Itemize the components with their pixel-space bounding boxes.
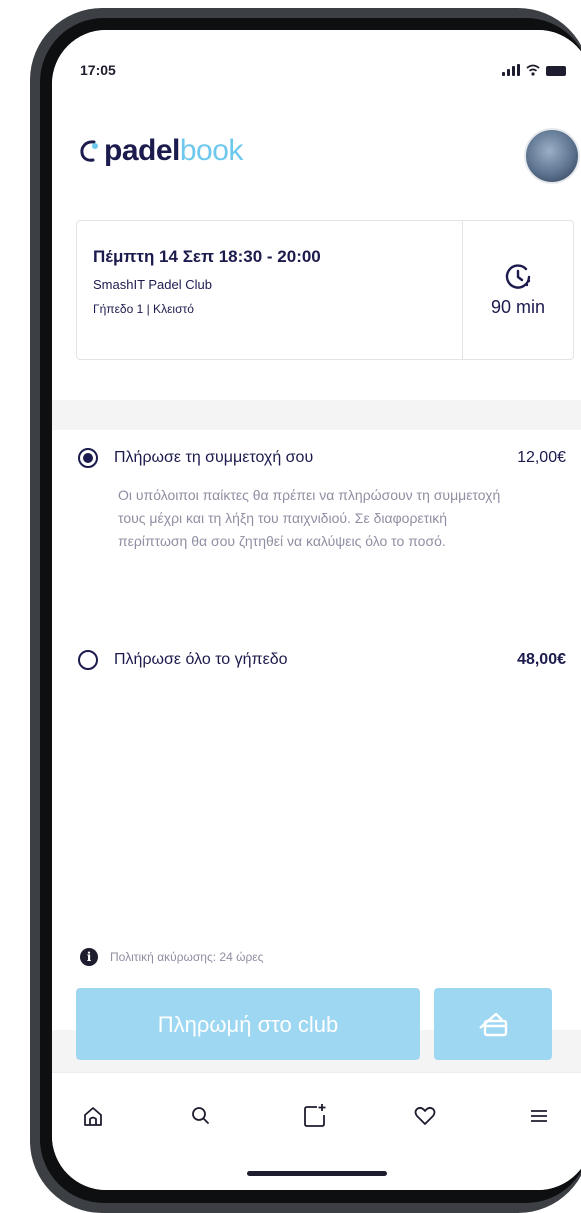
option-full-label: Πλήρωσε όλο το γήπεδο — [114, 651, 288, 668]
radio-full-unselected[interactable] — [78, 650, 98, 670]
search-icon — [192, 1107, 209, 1124]
logo-mark-icon — [80, 140, 98, 162]
status-icons — [502, 64, 566, 76]
add-icon — [304, 1104, 326, 1127]
home-icon — [84, 1107, 102, 1126]
duration-text: 90 min — [490, 296, 546, 317]
nav-search[interactable] — [188, 1103, 214, 1129]
payment-option-share[interactable]: Πλήρωσε τη συμμετοχή σου 12,00€ Οι υπόλο… — [78, 448, 566, 553]
logo-text-padel: padel — [104, 134, 180, 167]
heart-icon — [414, 1106, 436, 1125]
option-full-price: 48,00€ — [517, 651, 566, 668]
card-payment-button[interactable] — [434, 988, 552, 1060]
wifi-icon — [526, 64, 540, 76]
clock-icon — [505, 263, 531, 289]
policy-text: Πολιτική ακύρωσης: 24 ώρες — [110, 950, 264, 964]
bottom-nav — [52, 1072, 581, 1190]
payment-option-full[interactable]: Πλήρωσε όλο το γήπεδο 48,00€ — [78, 650, 566, 670]
cancellation-policy: i Πολιτική ακύρωσης: 24 ώρες — [80, 948, 263, 966]
radio-share-selected[interactable] — [78, 448, 98, 468]
signal-icon — [502, 64, 520, 76]
nav-home[interactable] — [80, 1103, 106, 1129]
booking-court: Γήπεδο 1 | Κλειστό — [93, 302, 194, 316]
card-icon — [479, 1012, 508, 1037]
app-logo: padel book — [78, 134, 243, 168]
nav-favorites[interactable] — [412, 1103, 438, 1129]
option-share-price: 12,00€ — [517, 449, 566, 466]
option-share-description: Οι υπόλοιποι παίκτες θα πρέπει να πληρώσ… — [118, 487, 501, 549]
battery-icon — [546, 66, 566, 76]
screen: 17:05 padel book Πέμπτη 14 Σεπ 18:30 - 2… — [52, 30, 581, 1190]
pay-at-club-button[interactable]: Πληρωμή στο club — [76, 988, 420, 1060]
avatar[interactable] — [524, 128, 580, 184]
booking-club: SmashIT Padel Club — [93, 277, 212, 292]
logo-text-book: book — [179, 134, 244, 167]
status-time: 17:05 — [80, 62, 116, 78]
booking-duration: 90 min — [462, 221, 573, 359]
booking-info: Πέμπτη 14 Σεπ 18:30 - 20:00 SmashIT Pade… — [77, 221, 462, 359]
option-share-label: Πλήρωσε τη συμμετοχή σου — [114, 449, 314, 466]
booking-title: Πέμπτη 14 Σεπ 18:30 - 20:00 — [93, 247, 321, 266]
nav-add[interactable] — [302, 1103, 328, 1129]
booking-card: Πέμπτη 14 Σεπ 18:30 - 20:00 SmashIT Pade… — [76, 220, 574, 360]
menu-icon — [531, 1110, 547, 1122]
info-icon: i — [80, 948, 98, 966]
nav-menu[interactable] — [526, 1103, 552, 1129]
home-indicator[interactable] — [247, 1171, 387, 1176]
